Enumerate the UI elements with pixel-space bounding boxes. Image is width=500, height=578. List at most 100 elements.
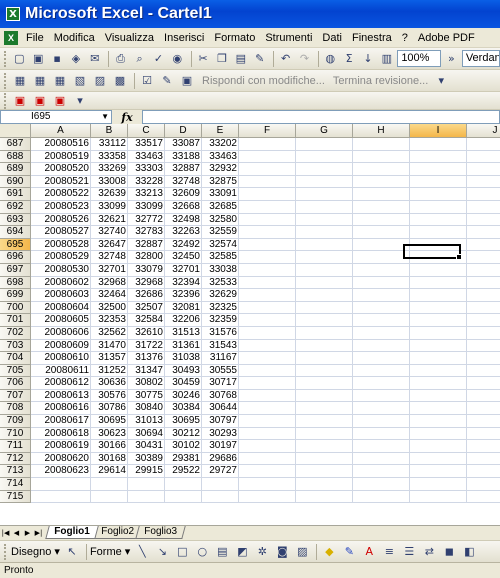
row-header[interactable]: 693 bbox=[0, 213, 31, 227]
cell[interactable] bbox=[410, 364, 467, 378]
cell[interactable] bbox=[296, 289, 353, 302]
cell[interactable] bbox=[353, 402, 410, 416]
cell[interactable] bbox=[31, 478, 91, 491]
cell[interactable]: 30768 bbox=[202, 389, 239, 403]
cell[interactable] bbox=[239, 465, 296, 479]
first-sheet-icon[interactable]: |◀ bbox=[0, 527, 11, 539]
copy-icon[interactable]: ❐ bbox=[214, 50, 231, 68]
save-icon[interactable]: ▪ bbox=[49, 50, 66, 68]
cell[interactable]: 32668 bbox=[165, 200, 202, 214]
cell[interactable]: 20080520 bbox=[31, 163, 91, 176]
cell[interactable] bbox=[239, 251, 296, 264]
open-folder-icon[interactable]: ▣ bbox=[30, 50, 47, 68]
cell[interactable]: 31038 bbox=[165, 352, 202, 365]
cell[interactable] bbox=[467, 163, 500, 176]
cell[interactable]: 32610 bbox=[128, 326, 165, 340]
cell[interactable] bbox=[467, 314, 500, 327]
rectangle-icon[interactable]: □ bbox=[173, 543, 191, 561]
formula-input[interactable] bbox=[142, 110, 500, 124]
cell[interactable]: 20080611 bbox=[31, 364, 91, 378]
cell[interactable] bbox=[239, 440, 296, 453]
cell[interactable] bbox=[410, 490, 467, 504]
cell[interactable] bbox=[296, 490, 353, 504]
convert-pdf-icon[interactable]: ▣ bbox=[11, 92, 29, 109]
cell[interactable] bbox=[239, 150, 296, 164]
cell[interactable]: 20080516 bbox=[31, 138, 91, 151]
shadow-style-icon[interactable]: ◼ bbox=[440, 543, 458, 561]
cell[interactable]: 30166 bbox=[91, 440, 128, 453]
cell[interactable]: 29727 bbox=[202, 465, 239, 479]
cell[interactable]: 32559 bbox=[202, 226, 239, 239]
cell[interactable]: 32621 bbox=[91, 213, 128, 227]
cell[interactable]: 31347 bbox=[128, 364, 165, 378]
cell[interactable] bbox=[239, 415, 296, 428]
cell[interactable] bbox=[91, 478, 128, 491]
toolbar-options-icon[interactable]: ▾ bbox=[71, 92, 89, 109]
cell[interactable]: 32450 bbox=[165, 251, 202, 264]
line-icon[interactable]: ╲ bbox=[133, 543, 151, 561]
cell[interactable]: 32464 bbox=[91, 289, 128, 302]
cell[interactable] bbox=[353, 200, 410, 214]
cell[interactable] bbox=[296, 200, 353, 214]
cell[interactable]: 20080619 bbox=[31, 440, 91, 453]
cell[interactable]: 32533 bbox=[202, 276, 239, 290]
row-header[interactable]: 701 bbox=[0, 314, 31, 327]
cell[interactable]: 30212 bbox=[165, 427, 202, 441]
cell[interactable] bbox=[296, 276, 353, 290]
zoom-select[interactable]: 100% bbox=[397, 50, 441, 67]
cell[interactable]: 33188 bbox=[165, 150, 202, 164]
compare-icon[interactable]: ▦ bbox=[11, 72, 29, 90]
cell[interactable]: 30775 bbox=[128, 389, 165, 403]
pdf-review-icon[interactable]: ▣ bbox=[51, 92, 69, 109]
column-header[interactable]: A bbox=[31, 124, 91, 138]
column-header[interactable]: J bbox=[467, 124, 500, 138]
cell[interactable] bbox=[410, 175, 467, 189]
cell[interactable]: 32507 bbox=[128, 301, 165, 315]
cell[interactable]: 32748 bbox=[91, 251, 128, 264]
menu-item[interactable]: Visualizza bbox=[103, 32, 156, 44]
cell[interactable] bbox=[353, 314, 410, 327]
cell[interactable] bbox=[239, 226, 296, 239]
cell[interactable] bbox=[296, 238, 353, 252]
cell[interactable] bbox=[467, 214, 500, 227]
cell[interactable]: 33112 bbox=[91, 138, 128, 151]
cell[interactable]: 32574 bbox=[202, 238, 239, 252]
cell[interactable] bbox=[467, 251, 500, 264]
row-header[interactable]: 689 bbox=[0, 163, 31, 176]
toolbar-grip[interactable] bbox=[4, 72, 7, 89]
cell[interactable]: 32685 bbox=[202, 200, 239, 214]
cut-icon[interactable]: ✂ bbox=[195, 50, 212, 68]
cell[interactable] bbox=[410, 314, 467, 327]
research-icon[interactable]: ◉ bbox=[169, 50, 186, 68]
cell[interactable] bbox=[467, 188, 500, 201]
cell[interactable] bbox=[353, 427, 410, 441]
menu-item[interactable]: Inserisci bbox=[162, 32, 206, 44]
cell[interactable] bbox=[296, 150, 353, 164]
row-header[interactable]: 715 bbox=[0, 490, 31, 504]
row-header[interactable]: 707 bbox=[0, 389, 31, 403]
column-header[interactable]: D bbox=[165, 124, 202, 138]
cell[interactable]: 20080617 bbox=[31, 415, 91, 428]
cell[interactable] bbox=[353, 213, 410, 227]
cell[interactable]: 30695 bbox=[165, 415, 202, 428]
cell[interactable]: 32325 bbox=[202, 301, 239, 315]
sheet-tab[interactable]: Foglio1 bbox=[45, 526, 99, 539]
cell[interactable] bbox=[239, 175, 296, 189]
row-header[interactable]: 694 bbox=[0, 226, 31, 239]
cell[interactable] bbox=[239, 326, 296, 340]
row-header[interactable]: 709 bbox=[0, 415, 31, 428]
row-header[interactable]: 713 bbox=[0, 465, 31, 479]
cell[interactable] bbox=[296, 415, 353, 428]
cell[interactable] bbox=[202, 490, 239, 504]
cell[interactable] bbox=[353, 150, 410, 164]
spreadsheet-grid[interactable]: ABCDEFGHIJ 687 20080516 33112 33517 33087 332… bbox=[0, 124, 500, 525]
row-header[interactable]: 691 bbox=[0, 188, 31, 201]
cell[interactable]: 33303 bbox=[128, 163, 165, 176]
cell[interactable]: 30102 bbox=[165, 440, 202, 453]
cell[interactable]: 20080521 bbox=[31, 175, 91, 189]
reply-with-changes-button[interactable]: Rispondi con modifiche... bbox=[202, 75, 325, 87]
format-painter-icon[interactable]: ✎ bbox=[251, 50, 268, 68]
checkbox-icon[interactable]: ☑ bbox=[138, 72, 156, 90]
cell[interactable]: 29381 bbox=[165, 452, 202, 466]
cell[interactable] bbox=[353, 364, 410, 378]
